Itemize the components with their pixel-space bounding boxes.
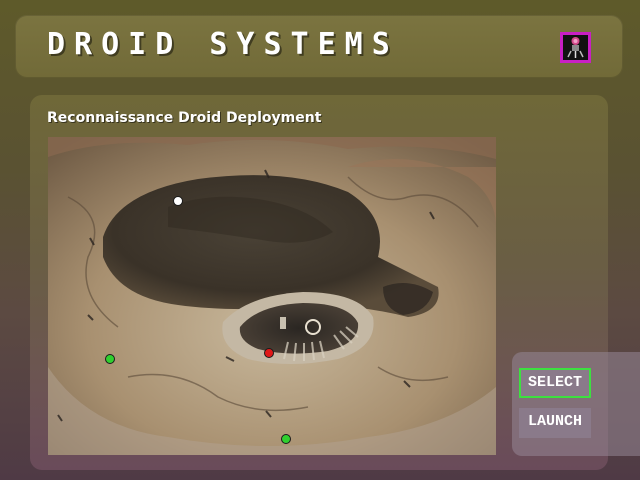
droid-portrait-icon[interactable] [560,32,591,63]
page-title: DROID SYSTEMS [47,27,399,62]
select-button[interactable]: SELECT [519,368,591,398]
marker-green-left[interactable] [105,354,115,364]
marker-red[interactable] [264,348,274,358]
marker-green-bottom[interactable] [281,434,291,444]
marker-white[interactable] [173,196,183,206]
recon-map[interactable] [48,137,496,455]
launch-button[interactable]: LAUNCH [519,408,591,438]
terrain-image [48,137,496,455]
panel-subtitle: Reconnaissance Droid Deployment [47,110,322,126]
header-bar: DROID SYSTEMS [15,15,623,78]
